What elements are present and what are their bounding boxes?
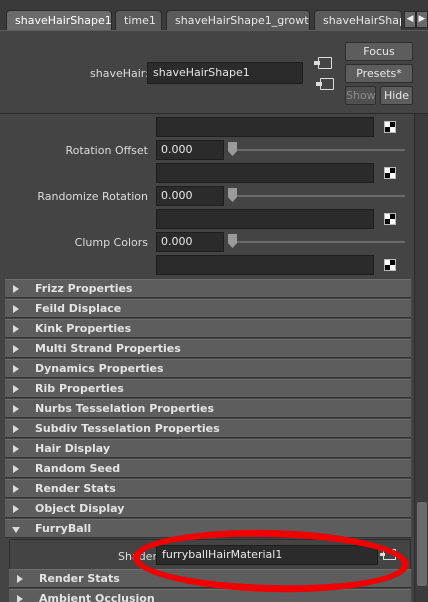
expand-arrow-icon <box>13 285 19 293</box>
attr-label: Rotation Offset <box>65 144 148 157</box>
presets-button[interactable]: Presets* <box>345 64 413 83</box>
section-dynamics-properties[interactable]: Dynamics Properties <box>5 359 411 378</box>
map-field[interactable] <box>156 209 374 229</box>
section-label: Frizz Properties <box>35 282 133 295</box>
expand-arrow-icon <box>13 425 19 433</box>
node-name-field[interactable]: shaveHairShape1 <box>147 62 303 84</box>
expand-arrow-icon <box>13 405 19 413</box>
vertical-scrollbar[interactable] <box>414 114 428 602</box>
slider-handle-icon[interactable] <box>228 234 237 248</box>
expand-arrow-icon <box>13 345 19 353</box>
section-frizz-properties[interactable]: Frizz Properties <box>5 279 411 298</box>
section-furryball-render-stats[interactable]: Render Stats <box>9 569 411 588</box>
section-label: Hair Display <box>35 442 111 455</box>
clump-colors-slider[interactable] <box>232 241 405 243</box>
expand-arrow-icon <box>13 465 19 473</box>
attr-row-clump-colors: Clump Colors 0.000 <box>0 231 414 254</box>
section-label: Object Display <box>35 502 125 515</box>
focus-button[interactable]: Focus <box>345 42 413 61</box>
section-feild-displace[interactable]: Feild Displace <box>5 299 411 318</box>
section-multi-strand-properties[interactable]: Multi Strand Properties <box>5 339 411 358</box>
map-field[interactable] <box>156 255 374 275</box>
rotation-offset-field[interactable]: 0.000 <box>156 140 224 160</box>
map-button-icon[interactable] <box>384 167 396 179</box>
node-header: shaveHair: shaveHairShape1 Focus Presets… <box>0 30 428 113</box>
expand-arrow-icon <box>13 365 19 373</box>
tab-shavehairshape[interactable]: shaveHairShape <box>314 10 402 30</box>
expand-arrow-icon <box>13 445 19 453</box>
section-label: Multi Strand Properties <box>35 342 181 355</box>
randomize-rotation-field[interactable]: 0.000 <box>156 186 224 206</box>
attr-label: Clump Colors <box>74 236 148 249</box>
section-label: Kink Properties <box>35 322 132 335</box>
tab-bar: shaveHairShape1 time1 shaveHairShape1_gr… <box>0 0 428 30</box>
clump-colors-field[interactable]: 0.000 <box>156 232 224 252</box>
section-nurbs-tesselation-properties[interactable]: Nurbs Tesselation Properties <box>5 399 411 418</box>
map-field[interactable] <box>156 163 374 183</box>
expand-arrow-icon <box>13 305 19 313</box>
slider-handle-icon[interactable] <box>228 142 237 156</box>
section-rib-properties[interactable]: Rib Properties <box>5 379 411 398</box>
section-label: Ambient Occlusion <box>39 592 155 602</box>
section-furryball[interactable]: FurryBall <box>5 519 411 538</box>
section-label: Render Stats <box>39 572 120 585</box>
attr-row-rotation-offset: Rotation Offset 0.000 <box>0 139 414 162</box>
section-ambient-occlusion[interactable]: Ambient Occlusion <box>9 589 411 602</box>
section-label: Subdiv Tesselation Properties <box>35 422 220 435</box>
section-render-stats[interactable]: Render Stats <box>5 479 411 498</box>
hide-button[interactable]: Hide <box>380 86 413 105</box>
expand-arrow-icon <box>17 595 23 602</box>
rotation-offset-slider[interactable] <box>232 149 405 151</box>
tab-scroll-right-icon[interactable]: ▶ <box>416 11 428 28</box>
section-label: Render Stats <box>35 482 116 495</box>
expand-arrow-icon <box>13 325 19 333</box>
output-connection-icon[interactable] <box>316 78 334 90</box>
shader-field[interactable]: furryballHairMaterial1 <box>156 545 378 565</box>
section-label: Nurbs Tesselation Properties <box>35 402 215 415</box>
attr-row-randomize-rotation: Randomize Rotation 0.000 <box>0 185 414 208</box>
show-button[interactable]: Show <box>345 86 376 105</box>
section-object-display[interactable]: Object Display <box>5 499 411 518</box>
shader-label: Shader <box>118 550 157 563</box>
slider-handle-icon[interactable] <box>228 188 237 202</box>
attribute-scroll-area[interactable]: Rotation Offset 0.000 Randomize Rotation… <box>0 113 428 602</box>
input-connection-icon[interactable] <box>314 57 332 69</box>
section-label: Random Seed <box>35 462 121 475</box>
map-button-icon[interactable] <box>384 259 396 271</box>
expand-arrow-icon <box>13 485 19 493</box>
section-label: Feild Displace <box>35 302 122 315</box>
section-random-seed[interactable]: Random Seed <box>5 459 411 478</box>
map-field[interactable] <box>156 117 374 137</box>
attr-label: Randomize Rotation <box>37 190 148 203</box>
furryball-panel: Shader furryballHairMaterial1 <box>9 539 411 571</box>
node-type-label: shaveHair: <box>90 67 149 80</box>
expand-arrow-icon <box>17 575 23 583</box>
section-label: FurryBall <box>35 522 92 535</box>
section-kink-properties[interactable]: Kink Properties <box>5 319 411 338</box>
expand-arrow-icon <box>13 385 19 393</box>
map-button-icon[interactable] <box>384 121 396 133</box>
scrollbar-thumb[interactable] <box>417 502 427 586</box>
tab-time1[interactable]: time1 <box>115 10 162 30</box>
expand-arrow-icon <box>13 505 19 513</box>
collapse-arrow-icon <box>12 527 20 533</box>
section-label: Rib Properties <box>35 382 124 395</box>
section-hair-display[interactable]: Hair Display <box>5 439 411 458</box>
map-button-icon[interactable] <box>384 213 396 225</box>
section-subdiv-tesselation-properties[interactable]: Subdiv Tesselation Properties <box>5 419 411 438</box>
tab-scroll-left-icon[interactable]: ◀ <box>404 11 416 28</box>
tab-shavehairshape1[interactable]: shaveHairShape1 <box>6 10 112 30</box>
shader-connection-icon[interactable] <box>380 549 396 560</box>
section-label: Dynamics Properties <box>35 362 164 375</box>
randomize-rotation-slider[interactable] <box>232 195 405 197</box>
tab-shavehairshape1-growth[interactable]: shaveHairShape1_growth <box>166 10 310 30</box>
